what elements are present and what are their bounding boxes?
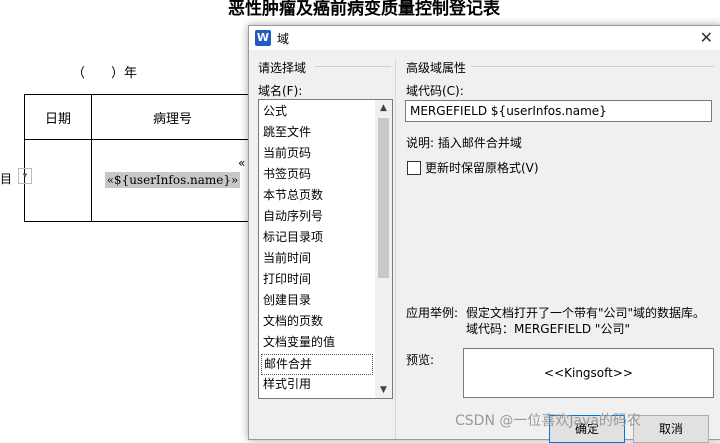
field-list-item[interactable]: 文档的页数: [263, 312, 371, 331]
dialog-title: 域: [277, 32, 290, 46]
example-label: 应用举例:: [403, 304, 462, 321]
field-list-item[interactable]: 文档变量的值: [263, 333, 371, 352]
field-description: 说明: 插入邮件合并域: [403, 134, 525, 151]
field-list-item[interactable]: 创建目录: [263, 291, 371, 310]
table-cell-date[interactable]: [24, 139, 92, 222]
scroll-down-icon[interactable]: ▼: [375, 382, 392, 398]
preserve-format-checkbox[interactable]: [407, 161, 421, 175]
left-group-line: [315, 66, 391, 67]
cancel-button[interactable]: 取消: [633, 415, 709, 443]
right-group-line: [471, 66, 714, 67]
field-list-item[interactable]: 本节总页数: [263, 186, 371, 205]
scroll-up-icon[interactable]: ▲: [375, 100, 392, 116]
table-header-pathology: 病理号: [91, 94, 254, 140]
field-name-label: 域名(F):: [255, 82, 306, 99]
document-title: 恶性肿瘤及癌前病变质量控制登记表: [228, 0, 500, 19]
left-group-label: 请选择域: [255, 59, 310, 76]
registration-table: 日期 病理号 «${userInfos.name}»: [24, 94, 254, 222]
field-list-item[interactable]: 自动序列号: [263, 207, 371, 226]
field-list-item[interactable]: 当前页码: [263, 144, 371, 163]
field-dialog: W 域 ✕ 请选择域 域名(F): 公式跳至文件当前页码书签页码本节总页数自动序…: [248, 25, 720, 443]
field-list-item[interactable]: 标记目录项: [263, 228, 371, 247]
field-code-input[interactable]: [405, 100, 712, 122]
chevron-down-icon[interactable]: ▾: [18, 168, 32, 184]
field-list-item[interactable]: 公式: [263, 102, 371, 121]
merge-field[interactable]: «${userInfos.name}»: [104, 172, 241, 188]
right-group-label: 高级域属性: [403, 59, 470, 76]
field-list-item[interactable]: 当前时间: [263, 249, 371, 268]
example-line-2: 域代码：MERGEFIELD "公司": [463, 320, 633, 337]
group-separator: [395, 59, 396, 439]
field-name-list[interactable]: 公式跳至文件当前页码书签页码本节总页数自动序列号标记目录项当前时间打印时间创建目…: [258, 99, 393, 399]
field-list-item[interactable]: 样式引用: [263, 375, 371, 394]
field-list-item[interactable]: 邮件合并: [261, 354, 373, 375]
field-list-item[interactable]: 跳至文件: [263, 123, 371, 142]
table-cell-pathology[interactable]: «${userInfos.name}»: [91, 139, 254, 222]
example-line-1: 假定文档打开了一个带有"公司"域的数据库。: [463, 304, 709, 321]
list-scrollbar[interactable]: ▲ ▼: [375, 100, 392, 398]
wps-writer-icon: W: [255, 30, 271, 46]
preview-box: <<Kingsoft>>: [463, 348, 714, 398]
merge-field-peek: «: [238, 156, 246, 170]
dialog-titlebar[interactable]: W 域 ✕: [249, 26, 720, 50]
field-list-item[interactable]: 打印时间: [263, 270, 371, 289]
field-code-label: 域代码(C):: [403, 82, 467, 99]
year-line: （ ）年: [72, 66, 138, 81]
close-icon[interactable]: ✕: [700, 28, 713, 47]
scroll-thumb[interactable]: [378, 118, 389, 278]
preserve-format-label[interactable]: 更新时保留原格式(V): [422, 159, 542, 176]
csdn-watermark: CSDN @一位喜欢Java的码农: [455, 413, 641, 429]
left-text-fragment: 目: [0, 172, 13, 186]
field-list-item[interactable]: 书签页码: [263, 165, 371, 184]
preview-label: 预览:: [403, 351, 438, 368]
table-header-date: 日期: [24, 94, 92, 140]
